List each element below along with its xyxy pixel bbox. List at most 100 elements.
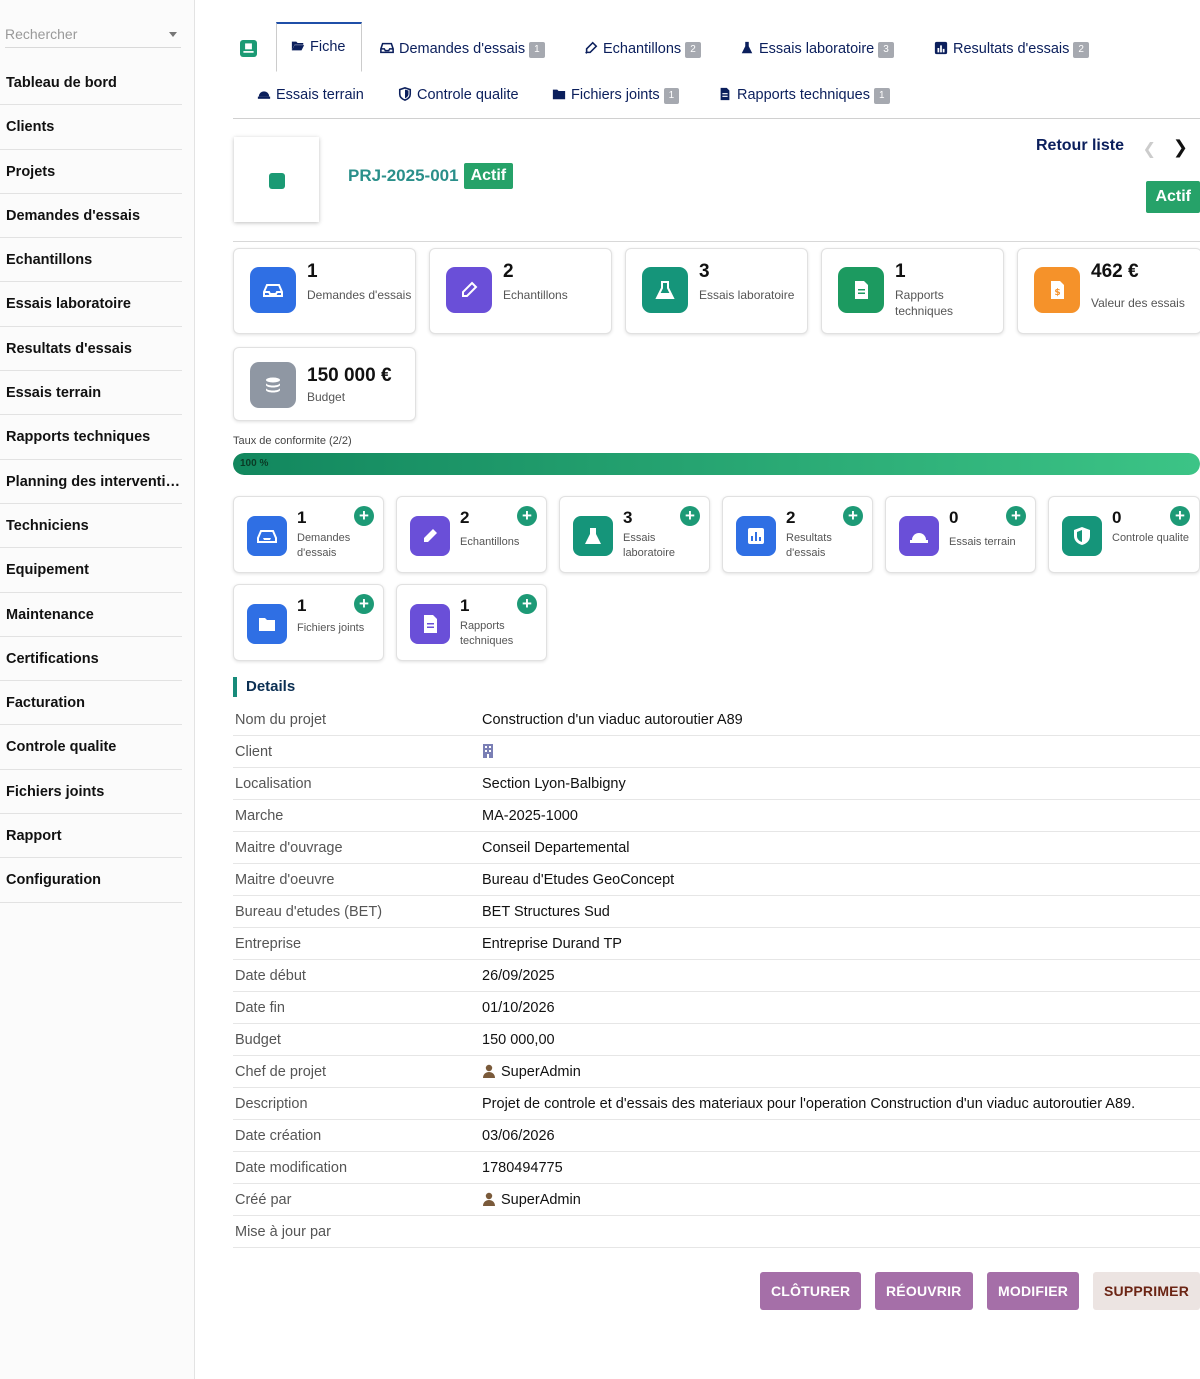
card-demandes[interactable]: 1 Demandes d'essais + xyxy=(233,496,384,573)
reouvrir-button[interactable]: RÉOUVRIR xyxy=(875,1272,973,1310)
tab-fichiers-count: 1 xyxy=(663,88,680,104)
tab-demandes-count: 1 xyxy=(529,42,545,58)
add-echantillon-button[interactable]: + xyxy=(517,506,537,526)
card-essais-terrain[interactable]: 0 Essais terrain + xyxy=(885,496,1036,573)
stat-label: Essais laboratoire xyxy=(699,288,795,302)
chef-projet-link[interactable]: SuperAdmin xyxy=(482,1056,581,1088)
tab-demandes-label: Demandes d'essais xyxy=(399,41,526,57)
add-demande-button[interactable]: + xyxy=(354,506,374,526)
next-record-icon[interactable]: ❯ xyxy=(1173,137,1188,158)
tab-resultats-count: 2 xyxy=(1073,42,1089,58)
card-rapports[interactable]: 1 Rapports techniques + xyxy=(396,584,547,661)
previous-record-icon[interactable]: ❮ xyxy=(1143,139,1156,159)
detail-value: Bureau d'Etudes GeoConcept xyxy=(482,872,675,888)
status-badge: Actif xyxy=(463,163,514,189)
tab-essais-terrain[interactable]: Essais terrain xyxy=(257,81,364,109)
stat-label: Echantillons xyxy=(503,288,568,302)
detail-row: Chef de projet SuperAdmin xyxy=(233,1056,1200,1088)
tab-controle-label: Controle qualite xyxy=(417,87,519,103)
card-essais-labo[interactable]: 3 Essais laboratoire + xyxy=(559,496,710,573)
back-to-list-link[interactable]: Retour liste xyxy=(1036,137,1124,155)
card-label: Echantillons xyxy=(460,536,520,548)
sidebar-item-resultats[interactable]: Resultats d'essais xyxy=(0,327,182,372)
stat-label: Valeur des essais xyxy=(1091,296,1185,310)
sidebar-item-tableau-de-bord[interactable]: Tableau de bord xyxy=(0,61,182,106)
tab-fichiers-label: Fichiers joints xyxy=(571,87,660,103)
cloturer-button[interactable]: CLÔTURER xyxy=(760,1272,862,1310)
detail-row: Marche MA-2025-1000 xyxy=(233,800,1200,832)
sidebar-item-echantillons[interactable]: Echantillons xyxy=(0,238,182,283)
search-select[interactable]: Rechercher xyxy=(5,22,181,48)
card-value: 3 xyxy=(623,508,633,527)
sidebar-item-fichiers[interactable]: Fichiers joints xyxy=(0,770,182,815)
sidebar-item-techniciens[interactable]: Techniciens xyxy=(0,504,182,549)
card-label: Demandes d'essais xyxy=(297,532,351,559)
inbox-icon xyxy=(380,42,394,54)
sidebar-item-configuration[interactable]: Configuration xyxy=(0,858,182,903)
tab-resultats[interactable]: Resultats d'essais 2 xyxy=(934,35,1089,63)
detail-row: Localisation Section Lyon-Balbigny xyxy=(233,768,1200,800)
sidebar-item-essais-terrain[interactable]: Essais terrain xyxy=(0,371,182,416)
sidebar-item-facturation[interactable]: Facturation xyxy=(0,681,182,726)
status-button[interactable]: Actif xyxy=(1146,181,1200,213)
folder-icon xyxy=(247,604,287,644)
stat-card-budget[interactable]: 150 000 € Budget xyxy=(233,347,416,421)
card-value: 1 xyxy=(460,596,470,615)
detail-value: Conseil Departemental xyxy=(482,840,630,856)
sidebar-item-essais-labo[interactable]: Essais laboratoire xyxy=(0,282,182,327)
modifier-button[interactable]: MODIFIER xyxy=(987,1272,1080,1310)
flask-icon xyxy=(642,267,688,313)
details-table: Nom du projet Construction d'un viaduc au… xyxy=(233,704,1200,1248)
tab-controle[interactable]: Controle qualite xyxy=(398,81,519,109)
card-label: Resultats d'essais xyxy=(786,532,832,559)
tab-bar: Fiche Demandes d'essais 1 Echantillons 2 E… xyxy=(233,22,1200,119)
add-essai-terrain-button[interactable]: + xyxy=(1006,506,1026,526)
card-fichiers[interactable]: 1 Fichiers joints + xyxy=(233,584,384,661)
stat-card-valeur-essais[interactable]: $ 462 € Valeur des essais xyxy=(1017,248,1200,334)
detail-row: Date création 03/06/2026 xyxy=(233,1120,1200,1152)
sidebar-item-projets[interactable]: Projets xyxy=(0,150,182,194)
tab-demandes[interactable]: Demandes d'essais 1 xyxy=(380,35,545,63)
sidebar-item-maintenance[interactable]: Maintenance xyxy=(0,593,182,637)
tab-echantillons[interactable]: Echantillons 2 xyxy=(584,35,701,63)
card-controle[interactable]: 0 Controle qualite + xyxy=(1048,496,1200,573)
sidebar-item-certifications[interactable]: Certifications xyxy=(0,637,182,682)
project-logo-icon xyxy=(269,173,285,189)
card-resultats[interactable]: 2 Resultats d'essais + xyxy=(722,496,873,573)
detail-key: Entreprise xyxy=(235,936,302,952)
stat-card-demandes[interactable]: 1 Demandes d'essais xyxy=(233,248,416,334)
add-rapport-button[interactable]: + xyxy=(517,594,537,614)
sidebar-item-planning[interactable]: Planning des interventi… xyxy=(0,460,182,504)
document-icon xyxy=(410,604,450,644)
folder-open-icon xyxy=(291,41,305,51)
add-resultat-button[interactable]: + xyxy=(843,506,863,526)
supprimer-button[interactable]: SUPPRIMER xyxy=(1093,1272,1200,1310)
add-essai-labo-button[interactable]: + xyxy=(680,506,700,526)
sidebar-item-equipement[interactable]: Equipement xyxy=(0,548,182,593)
sidebar-item-demandes[interactable]: Demandes d'essais xyxy=(0,194,182,239)
detail-row: Date début 26/09/2025 xyxy=(233,960,1200,992)
tab-fiche[interactable]: Fiche xyxy=(276,22,363,72)
sidebar-item-rapports[interactable]: Rapports techniques xyxy=(0,415,182,460)
detail-value: Entreprise Durand TP xyxy=(482,936,622,952)
project-ref-text: PRJ-2025-001 xyxy=(348,166,459,185)
add-controle-button[interactable]: + xyxy=(1170,506,1190,526)
stat-card-essais-labo[interactable]: 3 Essais laboratoire xyxy=(625,248,808,334)
tab-rapports[interactable]: Rapports techniques 1 xyxy=(718,81,890,109)
tab-essais-labo[interactable]: Essais laboratoire 3 xyxy=(740,35,894,63)
eyedropper-icon xyxy=(410,516,450,556)
tab-fichiers[interactable]: Fichiers joints 1 xyxy=(552,81,680,109)
card-label: Rapports techniques xyxy=(460,620,514,647)
add-fichier-button[interactable]: + xyxy=(354,594,374,614)
sidebar-item-rapport[interactable]: Rapport xyxy=(0,814,182,859)
folder-icon xyxy=(552,89,566,100)
client-link[interactable] xyxy=(482,736,494,768)
card-echantillons[interactable]: 2 Echantillons + xyxy=(396,496,547,573)
eyedropper-icon xyxy=(446,267,492,313)
sidebar-item-clients[interactable]: Clients xyxy=(0,105,182,150)
stat-card-rapports[interactable]: 1 Rapports techniques xyxy=(821,248,1004,334)
detail-key: Mise à jour par xyxy=(235,1224,331,1240)
sidebar-item-controle[interactable]: Controle qualite xyxy=(0,725,182,770)
cree-par-link[interactable]: SuperAdmin xyxy=(482,1184,581,1216)
stat-card-echantillons[interactable]: 2 Echantillons xyxy=(429,248,612,334)
